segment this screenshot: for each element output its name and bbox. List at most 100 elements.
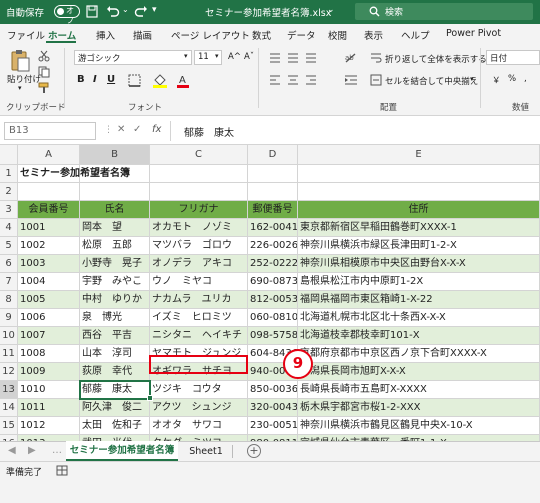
cell-b15[interactable]: 太田 佐和子 bbox=[80, 417, 150, 435]
copy-icon[interactable] bbox=[38, 66, 50, 78]
column-header-a[interactable]: A bbox=[18, 145, 80, 165]
column-header-b[interactable]: B bbox=[80, 145, 150, 165]
paste-label[interactable]: 貼り付け bbox=[7, 73, 41, 85]
tab-data[interactable]: データ bbox=[287, 28, 316, 42]
paste-dropdown-icon[interactable]: ▾ bbox=[18, 84, 22, 92]
merge-center-button[interactable]: セルを結合して中央揃え bbox=[385, 75, 478, 87]
cell-c2[interactable] bbox=[150, 183, 248, 201]
cell-a7[interactable]: 1004 bbox=[18, 273, 80, 291]
cell-e2[interactable] bbox=[298, 183, 540, 201]
cell-a2[interactable] bbox=[18, 183, 80, 201]
wrap-text-button[interactable]: 折り返して全体を表示する bbox=[385, 53, 487, 65]
cell-e13[interactable]: 長崎県長崎市五島町X-XXXX bbox=[298, 381, 540, 399]
row-header-11[interactable]: 11 bbox=[0, 345, 18, 363]
column-header-c[interactable]: C bbox=[150, 145, 248, 165]
cell-d3[interactable]: 郵便番号 bbox=[248, 201, 298, 219]
cell-e11[interactable]: 京都府京都市中京区西ノ京下合町XXXX-X bbox=[298, 345, 540, 363]
cell-d13[interactable]: 850-0036 bbox=[248, 381, 298, 399]
cell-e14[interactable]: 栃木県宇都宮市桜1-2-XXX bbox=[298, 399, 540, 417]
cell-a15[interactable]: 1012 bbox=[18, 417, 80, 435]
cell-b9[interactable]: 泉 博光 bbox=[80, 309, 150, 327]
cell-c3[interactable]: フリガナ bbox=[150, 201, 248, 219]
title-dropdown-icon[interactable]: ⌄ bbox=[327, 5, 335, 15]
paste-icon[interactable] bbox=[10, 48, 30, 72]
horizontal-align-icons[interactable] bbox=[268, 74, 328, 86]
cell-a9[interactable]: 1006 bbox=[18, 309, 80, 327]
confirm-entry-icon[interactable]: ✓ bbox=[133, 124, 141, 135]
cell-a14[interactable]: 1011 bbox=[18, 399, 80, 417]
cell-b2[interactable] bbox=[80, 183, 150, 201]
row-header-5[interactable]: 5 bbox=[0, 237, 18, 255]
cell-c14[interactable]: アクツ シュンジ bbox=[150, 399, 248, 417]
scroll-sheets-right-icon[interactable]: ▶ bbox=[28, 445, 36, 456]
grow-font-button[interactable]: A^ bbox=[228, 52, 241, 62]
undo-dropdown[interactable]: ⌄ bbox=[122, 5, 129, 14]
tab-help[interactable]: ヘルプ bbox=[401, 28, 430, 42]
active-cell-selection[interactable] bbox=[79, 380, 151, 400]
wrap-text-icon[interactable] bbox=[370, 52, 382, 64]
column-header-d[interactable]: D bbox=[248, 145, 298, 165]
cell-c6[interactable]: オノデラ アキコ bbox=[150, 255, 248, 273]
name-box[interactable]: B13 bbox=[4, 122, 96, 140]
insert-function-button[interactable]: fx bbox=[152, 124, 161, 135]
row-header-12[interactable]: 12 bbox=[0, 363, 18, 381]
number-format-select[interactable]: 日付 bbox=[486, 50, 540, 65]
cell-a6[interactable]: 1003 bbox=[18, 255, 80, 273]
tab-page-layout[interactable]: ページ レイアウト bbox=[171, 28, 250, 42]
cell-e4[interactable]: 東京都新宿区早稲田鶴巻町XXXX-1 bbox=[298, 219, 540, 237]
tab-draw[interactable]: 描画 bbox=[133, 28, 152, 42]
cell-b10[interactable]: 西谷 平吉 bbox=[80, 327, 150, 345]
cell-e3[interactable]: 住所 bbox=[298, 201, 540, 219]
comma-format-icon[interactable]: , bbox=[524, 74, 527, 84]
cell-a13[interactable]: 1010 bbox=[18, 381, 80, 399]
tab-insert[interactable]: 挿入 bbox=[96, 28, 115, 42]
font-name-select[interactable]: 游ゴシック bbox=[74, 50, 192, 65]
cell-b1[interactable] bbox=[80, 165, 150, 183]
cell-d6[interactable]: 252-0222 bbox=[248, 255, 298, 273]
cell-a1[interactable]: セミナー参加希望者名簿 bbox=[18, 165, 130, 183]
tab-review[interactable]: 校閲 bbox=[328, 28, 347, 42]
vertical-align-icons[interactable] bbox=[268, 52, 328, 64]
merge-dropdown-icon[interactable]: ▾ bbox=[470, 75, 474, 83]
cell-c4[interactable]: オカモト ノゾミ bbox=[150, 219, 248, 237]
cell-b11[interactable]: 山本 淳司 bbox=[80, 345, 150, 363]
formula-bar-menu-icon[interactable]: ⋮ bbox=[104, 125, 113, 135]
formula-input[interactable]: 郁藤 康太 bbox=[184, 124, 234, 139]
cell-a11[interactable]: 1008 bbox=[18, 345, 80, 363]
more-sheets-icon[interactable]: … bbox=[52, 445, 62, 456]
cell-b12[interactable]: 荻原 幸代 bbox=[80, 363, 150, 381]
cell-d14[interactable]: 320-0043 bbox=[248, 399, 298, 417]
orientation-icon[interactable]: ab bbox=[344, 52, 358, 64]
underline-button[interactable]: U bbox=[107, 74, 115, 85]
cell-c7[interactable]: ウノ ミヤコ bbox=[150, 273, 248, 291]
cell-e10[interactable]: 北海道枝幸郡枝幸町101-X bbox=[298, 327, 540, 345]
merge-center-icon[interactable] bbox=[370, 74, 382, 86]
italic-button[interactable]: I bbox=[93, 74, 97, 85]
select-all-corner[interactable] bbox=[0, 145, 18, 165]
row-header-3[interactable]: 3 bbox=[0, 201, 18, 219]
save-icon[interactable] bbox=[86, 5, 98, 18]
cell-e1[interactable] bbox=[298, 165, 540, 183]
cell-d5[interactable]: 226-0026 bbox=[248, 237, 298, 255]
cell-a5[interactable]: 1002 bbox=[18, 237, 80, 255]
cell-e12[interactable]: 新潟県長岡市旭町X-X-X bbox=[298, 363, 540, 381]
font-color-icon[interactable]: A bbox=[176, 73, 190, 88]
cell-d2[interactable] bbox=[248, 183, 298, 201]
cell-a4[interactable]: 1001 bbox=[18, 219, 80, 237]
cell-b7[interactable]: 宇野 みやこ bbox=[80, 273, 150, 291]
cell-e15[interactable]: 神奈川県横浜市鶴見区鶴見中央X-10-X bbox=[298, 417, 540, 435]
row-header-9[interactable]: 9 bbox=[0, 309, 18, 327]
cell-d9[interactable]: 060-0810 bbox=[248, 309, 298, 327]
row-header-1[interactable]: 1 bbox=[0, 165, 18, 183]
tab-formulas[interactable]: 数式 bbox=[252, 28, 271, 42]
row-header-7[interactable]: 7 bbox=[0, 273, 18, 291]
tab-home[interactable]: ホーム bbox=[48, 28, 76, 42]
row-header-14[interactable]: 14 bbox=[0, 399, 18, 417]
cell-c15[interactable]: オオタ サワコ bbox=[150, 417, 248, 435]
cut-icon[interactable] bbox=[38, 50, 50, 62]
cell-e7[interactable]: 島根県松江市内中原町1-2X bbox=[298, 273, 540, 291]
tab-power-pivot[interactable]: Power Pivot bbox=[446, 28, 501, 39]
column-header-e[interactable]: E bbox=[298, 145, 540, 165]
row-header-6[interactable]: 6 bbox=[0, 255, 18, 273]
cell-c1[interactable] bbox=[150, 165, 248, 183]
